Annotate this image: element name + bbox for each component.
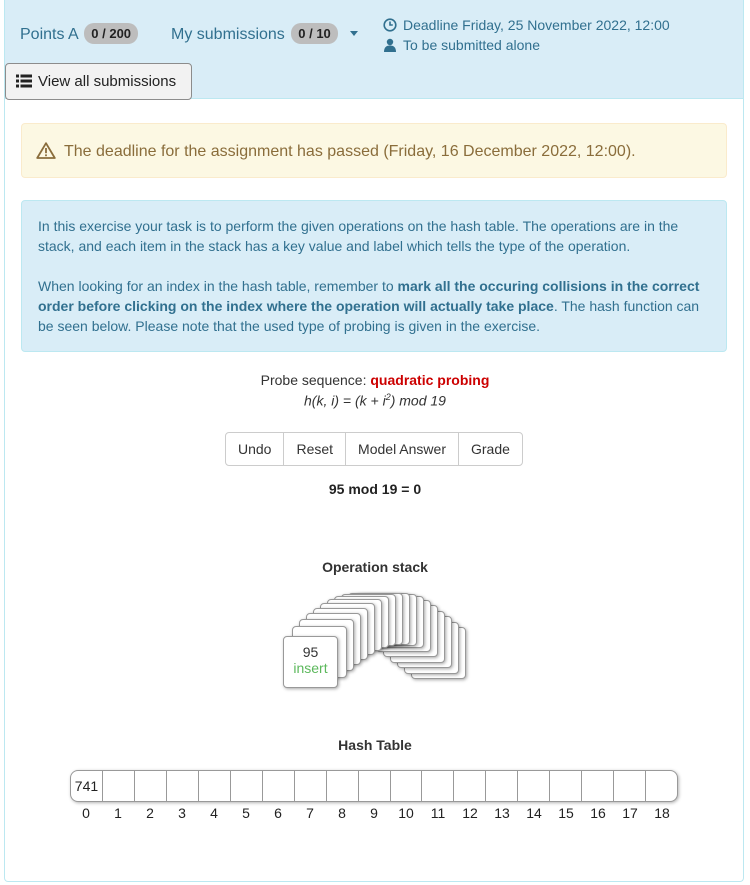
reset-button[interactable]: Reset bbox=[283, 432, 347, 466]
instructions-box: In this exercise your task is to perform… bbox=[21, 200, 727, 352]
clock-icon bbox=[383, 18, 397, 32]
submit-mode-text: To be submitted alone bbox=[403, 37, 540, 53]
hash-cell-4[interactable] bbox=[199, 771, 231, 801]
hash-cell-2[interactable] bbox=[135, 771, 167, 801]
formula-start: h(k, i) = (k + i bbox=[304, 392, 386, 409]
view-all-label: View all submissions bbox=[38, 73, 177, 90]
hash-index-label: 3 bbox=[178, 805, 186, 821]
hash-index-label: 9 bbox=[370, 805, 378, 821]
undo-button[interactable]: Undo bbox=[225, 432, 285, 466]
hash-cell-15[interactable] bbox=[550, 771, 583, 801]
probe-sequence: Probe sequence: quadratic probing bbox=[0, 372, 750, 388]
hash-table: 741 bbox=[70, 770, 678, 802]
hash-index-label: 12 bbox=[462, 805, 478, 821]
view-all-submissions-button[interactable]: View all submissions bbox=[5, 63, 192, 100]
hash-cell-12[interactable] bbox=[454, 771, 487, 801]
hash-cell-0[interactable]: 741 bbox=[71, 771, 103, 801]
hash-index-label: 14 bbox=[526, 805, 542, 821]
hash-index-label: 5 bbox=[242, 805, 250, 821]
hash-index-label: 0 bbox=[82, 805, 90, 821]
operation-stack-title: Operation stack bbox=[322, 559, 428, 575]
hash-formula: h(k, i) = (k + i2) mod 19 bbox=[0, 392, 750, 409]
stack-top-card[interactable]: 95 insert bbox=[283, 636, 338, 688]
grade-button[interactable]: Grade bbox=[457, 432, 523, 466]
hash-index-label: 17 bbox=[622, 805, 638, 821]
hash-cell-1[interactable] bbox=[103, 771, 135, 801]
hash-cell-16[interactable] bbox=[582, 771, 615, 801]
hash-cell-8[interactable] bbox=[327, 771, 359, 801]
hash-cell-7[interactable] bbox=[295, 771, 327, 801]
hash-index-label: 13 bbox=[494, 805, 510, 821]
hash-cell-17[interactable] bbox=[614, 771, 647, 801]
hash-index-label: 10 bbox=[398, 805, 414, 821]
exercise-button-group: Undo Reset Model Answer Grade bbox=[225, 432, 523, 466]
hash-cell-3[interactable] bbox=[167, 771, 199, 801]
hash-index-label: 4 bbox=[210, 805, 218, 821]
instructions-text: When looking for an index in the hash ta… bbox=[38, 278, 398, 294]
hash-index-label: 7 bbox=[306, 805, 314, 821]
hash-index-label: 8 bbox=[338, 805, 346, 821]
stack-card-operation: insert bbox=[293, 660, 328, 676]
deadline-text: Deadline Friday, 25 November 2022, 12:00 bbox=[403, 17, 670, 33]
hash-index-label: 6 bbox=[274, 805, 282, 821]
instructions-paragraph-2: When looking for an index in the hash ta… bbox=[38, 276, 710, 336]
submissions-badge: 0 / 10 bbox=[291, 23, 338, 44]
points-label: Points A bbox=[20, 26, 78, 43]
hash-cell-10[interactable] bbox=[391, 771, 423, 801]
hash-index-label: 18 bbox=[654, 805, 670, 821]
hash-cell-9[interactable] bbox=[359, 771, 391, 801]
probe-type: quadratic probing bbox=[370, 372, 490, 388]
hash-index-label: 11 bbox=[430, 805, 446, 821]
user-icon bbox=[384, 38, 396, 52]
hash-cell-18[interactable] bbox=[646, 771, 677, 801]
formula-end: ) mod 19 bbox=[390, 392, 446, 409]
model-answer-button[interactable]: Model Answer bbox=[345, 432, 459, 466]
hash-cell-13[interactable] bbox=[486, 771, 519, 801]
probe-label: Probe sequence: bbox=[260, 372, 367, 388]
hash-index-label: 2 bbox=[146, 805, 154, 821]
submissions-dropdown[interactable]: My submissions 0 / 10 bbox=[171, 23, 359, 44]
instructions-paragraph-1: In this exercise your task is to perform… bbox=[38, 218, 679, 254]
list-icon bbox=[16, 74, 32, 88]
hash-cell-6[interactable] bbox=[263, 771, 295, 801]
caret-down-icon bbox=[350, 31, 359, 36]
hash-table-title: Hash Table bbox=[338, 737, 412, 753]
hash-cell-14[interactable] bbox=[518, 771, 551, 801]
hash-index-label: 16 bbox=[590, 805, 606, 821]
points-display: Points A 0 / 200 bbox=[20, 23, 139, 44]
hash-index-label: 1 bbox=[114, 805, 122, 821]
hash-cell-5[interactable] bbox=[231, 771, 263, 801]
points-badge: 0 / 200 bbox=[84, 23, 139, 44]
hash-calculation: 95 mod 19 = 0 bbox=[328, 481, 422, 497]
stack-card-key: 95 bbox=[302, 644, 319, 660]
warning-triangle-icon bbox=[36, 142, 56, 159]
hash-table-indices: 0 1 2 3 4 5 6 7 8 9 10 11 12 13 14 15 16 17 18 bbox=[70, 805, 678, 821]
hash-cell-11[interactable] bbox=[422, 771, 455, 801]
hash-index-label: 15 bbox=[558, 805, 574, 821]
warning-text: The deadline for the assignment has pass… bbox=[64, 143, 636, 160]
deadline-warning-alert: The deadline for the assignment has pass… bbox=[21, 123, 727, 178]
submissions-label: My submissions bbox=[171, 26, 285, 43]
deadline-info: Deadline Friday, 25 November 2022, 12:00… bbox=[383, 15, 670, 55]
